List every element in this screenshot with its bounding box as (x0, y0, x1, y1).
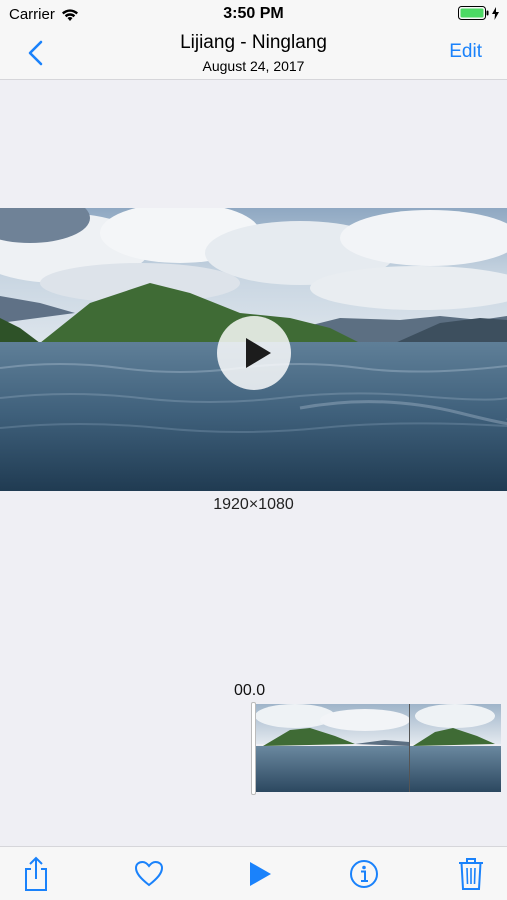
video-resolution: 1920×1080 (213, 496, 294, 513)
charging-bolt-icon (492, 6, 499, 20)
battery-icon (458, 6, 489, 20)
thumbnail-frame-1 (255, 704, 410, 792)
timecode: 00.0 (234, 682, 266, 699)
battery-indicator (458, 6, 499, 20)
trash-icon (459, 858, 483, 890)
navigation-bar: Lijiang - Ninglang August 24, 2017 Edit (0, 28, 507, 80)
play-overlay-button[interactable] (217, 316, 291, 390)
play-button[interactable] (242, 855, 278, 893)
info-button[interactable] (346, 855, 382, 893)
status-bar: Carrier 3:50 PM (0, 0, 507, 28)
bottom-toolbar (0, 846, 507, 900)
thumbnail-frame-2 (410, 704, 501, 792)
status-time: 3:50 PM (223, 5, 284, 22)
delete-button[interactable] (453, 855, 489, 893)
page-title: Lijiang - Ninglang (180, 32, 327, 53)
favorite-button[interactable] (131, 855, 167, 893)
info-icon (350, 860, 378, 888)
heart-icon (134, 860, 164, 887)
play-icon (250, 862, 271, 886)
page-subtitle: August 24, 2017 (202, 58, 305, 74)
timeline-scrubber[interactable] (255, 704, 501, 792)
timeline-thumbnails (255, 704, 501, 792)
share-icon (25, 856, 47, 891)
share-button[interactable] (18, 855, 54, 893)
edit-button[interactable]: Edit (449, 41, 482, 63)
play-icon (246, 338, 271, 368)
playhead-handle[interactable] (251, 702, 256, 795)
